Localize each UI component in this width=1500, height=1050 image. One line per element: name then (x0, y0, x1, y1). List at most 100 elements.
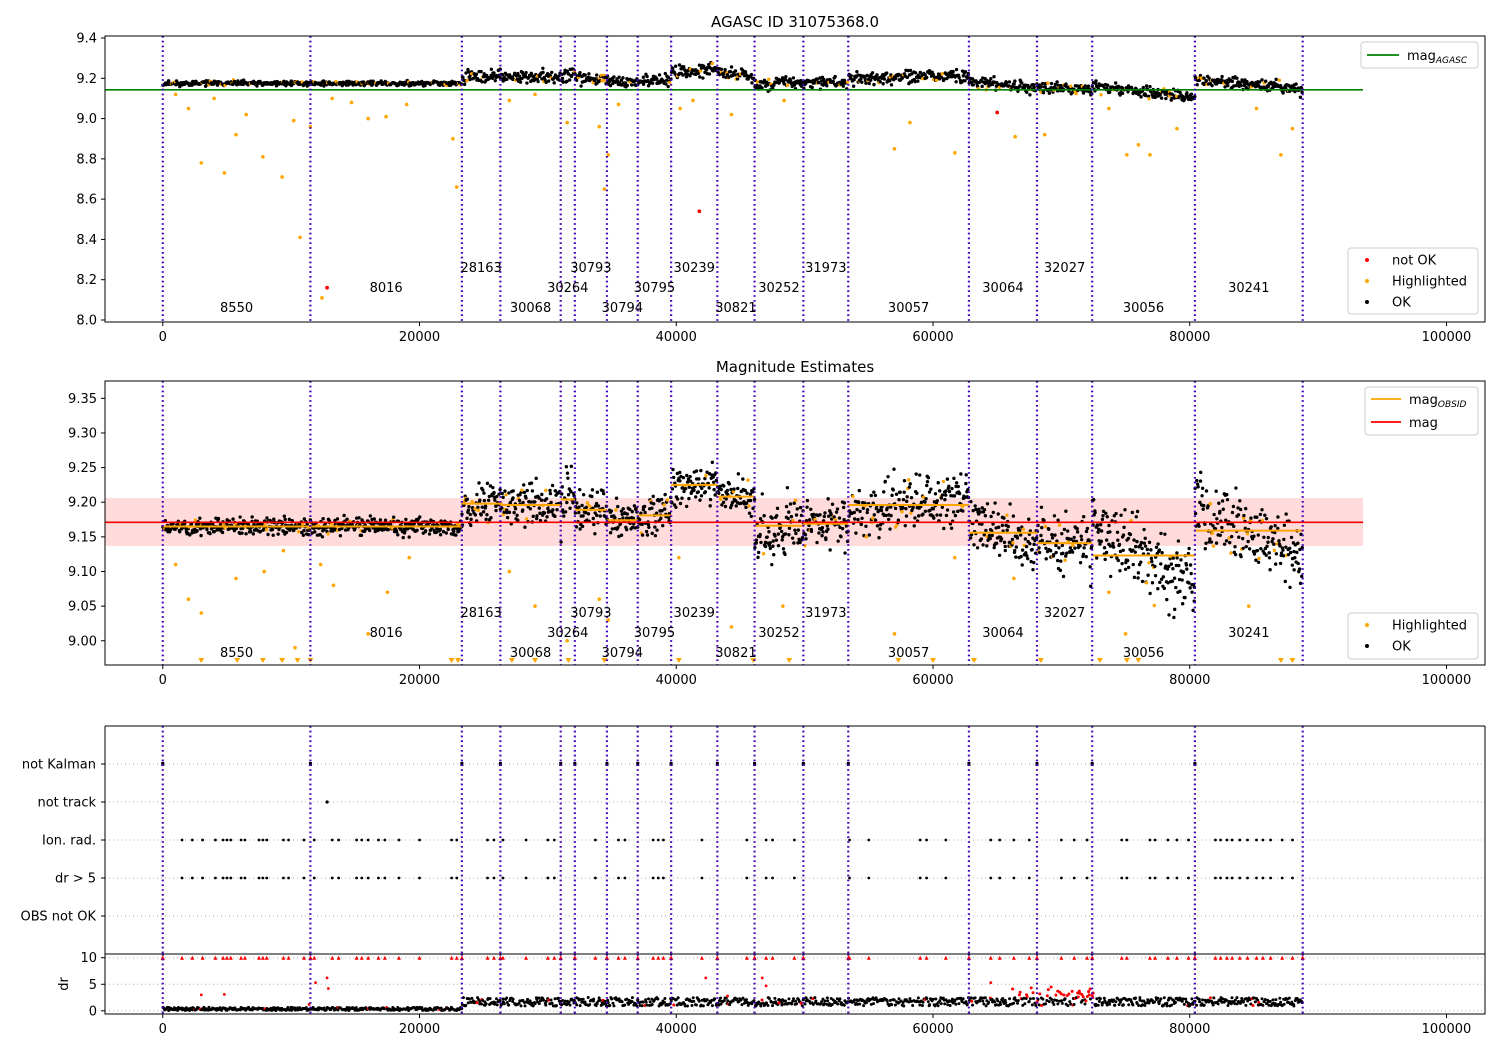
obsid-label: 30821 (715, 646, 756, 661)
ok-point (1024, 551, 1028, 555)
ok-point (1135, 509, 1140, 514)
ok-point (698, 69, 703, 73)
obsid-label: 31973 (805, 261, 846, 276)
ok-point (758, 532, 762, 537)
ok-point (539, 498, 544, 502)
dr-point (773, 996, 777, 1000)
ok-point (699, 468, 703, 473)
ion-rad-point (1027, 838, 1031, 842)
ok-point (963, 79, 967, 83)
ok-point (872, 513, 877, 517)
ok-point (940, 505, 945, 509)
ok-point (1028, 541, 1032, 546)
ok-point (641, 75, 646, 79)
ok-point (830, 502, 835, 506)
ok-point (617, 75, 621, 79)
ok-point (934, 78, 939, 82)
ok-point (1200, 494, 1204, 498)
ok-point (972, 543, 976, 547)
ok-point (1060, 531, 1064, 536)
x-tick-label: 20000 (399, 330, 440, 345)
ok-point (1098, 523, 1103, 527)
dr5-point (662, 876, 665, 880)
ok-point (783, 552, 787, 557)
figure: AGASC ID 31075368.0 Magnitude Estimates … (21, 13, 1486, 1037)
ok-point (835, 507, 840, 511)
ok-point (655, 528, 659, 532)
ok-point (401, 535, 405, 540)
ok-point (505, 77, 509, 81)
ok-point (692, 488, 696, 492)
highlighted-outlier (597, 597, 602, 601)
ok-point (851, 84, 856, 88)
highlighted-outlier (318, 562, 323, 567)
obsid-label: 30057 (888, 301, 929, 316)
ok-point (949, 526, 954, 530)
ok-point (1149, 556, 1154, 561)
ok-point (484, 517, 488, 522)
ok-point (747, 511, 752, 515)
ok-point (894, 492, 899, 496)
ion-rad-point (848, 838, 851, 842)
ok-point (774, 538, 779, 542)
ok-point (1296, 561, 1300, 566)
ok-point (427, 532, 432, 536)
ok-point (1071, 543, 1075, 548)
highlighted-outlier (782, 98, 786, 103)
ok-point (590, 488, 595, 492)
flags-plot-area (105, 726, 1485, 954)
ok-point (469, 517, 473, 522)
ok-point (890, 493, 894, 498)
dr-point (740, 1003, 744, 1007)
ok-point (1263, 513, 1267, 517)
ok-point (936, 481, 940, 485)
ok-point (980, 84, 984, 89)
ok-point (549, 70, 554, 75)
ok-point (870, 71, 875, 75)
ok-point (512, 510, 516, 515)
dr-point (838, 997, 842, 1001)
dr-point (470, 996, 474, 1000)
ok-point (1188, 563, 1193, 567)
y-tick-label: 9.05 (68, 600, 97, 615)
flag-category-label: not Kalman (22, 758, 96, 773)
ok-point (548, 491, 553, 496)
ok-point (1228, 540, 1232, 545)
dr5-point (243, 876, 247, 880)
ok-point (805, 505, 809, 509)
x-tick-label: 60000 (912, 673, 953, 688)
ok-point (481, 510, 486, 514)
ok-point (1074, 91, 1078, 96)
not-ok-point (995, 110, 1000, 115)
ok-point (776, 532, 780, 536)
highlighted-outlier (1123, 632, 1128, 636)
dr5-point (1187, 876, 1190, 880)
ok-point (579, 84, 583, 88)
title-agasc: AGASC ID 31075368.0 (711, 13, 879, 31)
ok-point (975, 546, 980, 550)
ok-point (1139, 540, 1144, 545)
dr-point (662, 1000, 666, 1004)
dr5-point (302, 876, 306, 880)
ok-point (744, 505, 748, 510)
dr5-point (700, 876, 704, 880)
ion-rad-point (1085, 838, 1089, 842)
ok-point (1158, 580, 1162, 585)
ok-point (821, 530, 825, 534)
ok-point (1260, 78, 1264, 82)
ok-point (783, 532, 788, 536)
ok-point (694, 469, 699, 473)
highlighted-outlier (199, 611, 204, 615)
ok-point (1245, 532, 1250, 536)
ok-point (1164, 96, 1168, 101)
ok-point (872, 490, 876, 494)
dr-point (726, 999, 730, 1003)
ok-point (886, 474, 890, 479)
ok-point (767, 529, 771, 534)
ok-point (1189, 571, 1193, 576)
ok-point (985, 544, 989, 548)
ok-point (1078, 560, 1083, 565)
dr-point (479, 1002, 483, 1006)
ok-point (771, 539, 775, 543)
x-tick-label: 40000 (656, 330, 697, 345)
